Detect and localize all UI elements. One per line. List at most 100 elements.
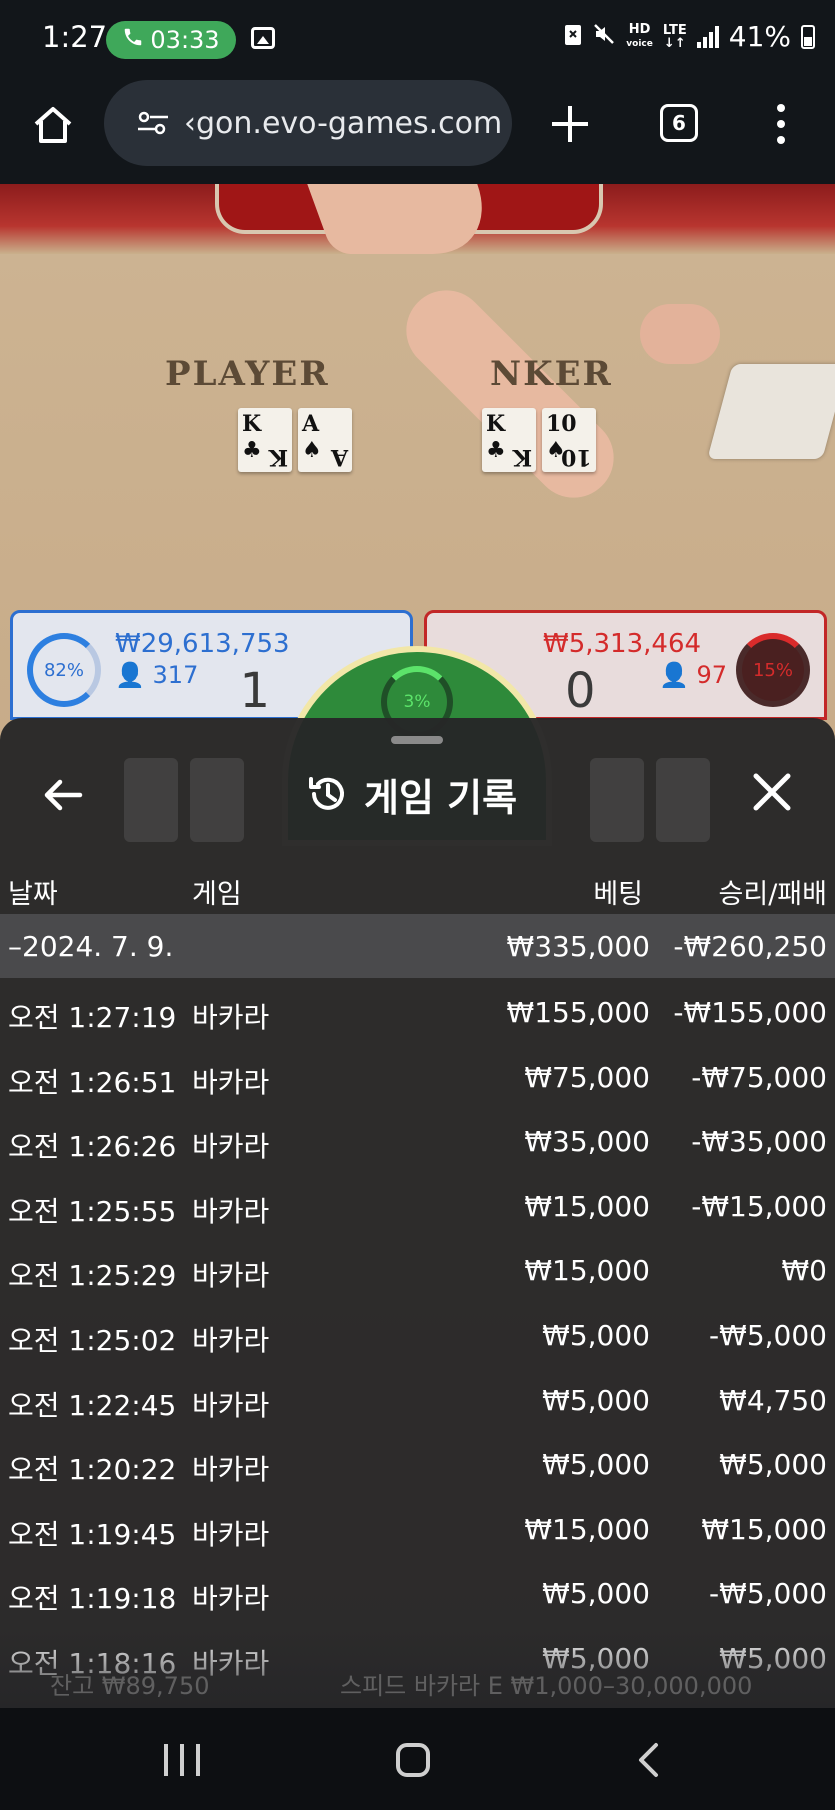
hd-voice-icon: HD voice (626, 21, 653, 49)
sheet-title: 게임 기록 (364, 775, 518, 820)
more-menu-icon[interactable] (775, 104, 787, 144)
column-date[interactable]: 날짜 (8, 872, 58, 911)
column-bet[interactable]: 베팅 (593, 872, 643, 911)
history-row[interactable]: 오전 1:19:45 바카라 ₩15,000 ₩15,000 (0, 1497, 835, 1561)
system-nav-bar (0, 1708, 835, 1810)
ghost-card (124, 758, 178, 842)
row-game: 바카라 (192, 1517, 270, 1551)
history-table-header: 날짜 게임 베팅 승리/패배 (0, 864, 835, 914)
new-tab-icon[interactable] (548, 102, 592, 146)
row-result: -₩155,000 (673, 996, 827, 1029)
row-time: 오전 1:27:19 (8, 1001, 177, 1034)
banker-percent-ring: 15% (736, 633, 810, 707)
background-footer: 잔고 ₩89,750 스피드 바카라 E ₩1,000–30,000,000 (0, 1660, 835, 1700)
history-row[interactable]: 오전 1:19:18 바카라 ₩5,000 -₩5,000 (0, 1561, 835, 1625)
row-time: 오전 1:26:51 (8, 1065, 177, 1099)
mute-icon (592, 20, 616, 53)
row-game: 바카라 (192, 1388, 270, 1422)
column-result[interactable]: 승리/패배 (719, 872, 827, 911)
player-total-bet: ₩29,613,753 (115, 629, 290, 659)
row-result: ₩0 (781, 1254, 828, 1288)
history-row[interactable]: 오전 1:27:19 바카라 ₩155,000 -₩155,000 (0, 980, 835, 1044)
dealer-hand (640, 304, 720, 364)
home-button-icon[interactable] (396, 1743, 430, 1777)
history-row[interactable]: 오전 1:25:29 바카라 ₩15,000 ₩0 (0, 1238, 835, 1302)
call-duration: 03:33 (150, 26, 220, 54)
table-player-label: PLAYER (165, 354, 330, 394)
row-game: 바카라 (192, 1453, 270, 1487)
row-bet: ₩35,000 (524, 1125, 650, 1159)
status-icons: HD voice LTE ↓↑ 41% (564, 20, 815, 53)
sheet-drag-handle[interactable] (391, 736, 443, 744)
gallery-notification-icon (251, 27, 275, 49)
row-time: 오전 1:22:45 (8, 1388, 177, 1422)
status-time: 1:27 (42, 20, 108, 54)
site-settings-icon[interactable] (136, 110, 170, 136)
ghost-card (190, 758, 244, 842)
history-row[interactable]: 오전 1:25:02 바카라 ₩5,000 -₩5,000 (0, 1303, 835, 1367)
player-percent-ring: 82% (27, 633, 101, 707)
row-game: 바카라 (192, 1194, 270, 1228)
player-card-1: K ♣ K (238, 408, 292, 472)
row-bet: ₩5,000 (542, 1383, 650, 1417)
row-bet: ₩5,000 (542, 1448, 650, 1482)
row-time: 오전 1:26:26 (8, 1130, 177, 1164)
row-time: 오전 1:25:29 (8, 1259, 177, 1293)
game-history-sheet: 게임 기록 날짜 게임 베팅 승리/패배 –2024. 7. 9. ₩335,0… (0, 718, 835, 1708)
balance-text: 잔고 ₩89,750 (50, 1672, 210, 1700)
row-bet: ₩5,000 (542, 1577, 650, 1611)
date-group-label: –2024. 7. 9. (8, 930, 174, 963)
row-bet: ₩5,000 (542, 1319, 650, 1352)
back-chevron-icon[interactable] (636, 1742, 662, 1778)
recent-apps-icon[interactable] (164, 1744, 200, 1776)
row-bet: ₩155,000 (506, 996, 650, 1029)
row-game: 바카라 (192, 1259, 270, 1293)
player-score: 1 (239, 663, 270, 719)
sheet-header: 게임 기록 (306, 766, 517, 822)
history-row[interactable]: 오전 1:25:55 바카라 ₩15,000 -₩15,000 (0, 1174, 835, 1238)
history-icon (306, 772, 350, 816)
ongoing-call-chip[interactable]: 03:33 (106, 21, 236, 59)
column-game[interactable]: 게임 (192, 872, 242, 911)
date-group-row[interactable]: –2024. 7. 9. ₩335,000 -₩260,250 (0, 914, 835, 978)
nfc-icon (564, 20, 582, 53)
row-bet: ₩15,000 (524, 1254, 650, 1288)
row-time: 오전 1:20:22 (8, 1453, 177, 1487)
row-result: -₩5,000 (709, 1577, 827, 1611)
tab-switcher-button[interactable]: 6 (660, 104, 698, 142)
row-result: -₩75,000 (691, 1060, 827, 1094)
row-result: -₩15,000 (691, 1189, 827, 1223)
row-result: ₩4,750 (719, 1383, 827, 1417)
player-card-2: A ♠ A (298, 408, 352, 472)
row-time: 오전 1:19:45 (8, 1517, 177, 1551)
ghost-card (656, 758, 710, 842)
home-icon[interactable] (30, 102, 76, 148)
row-game: 바카라 (192, 1130, 270, 1164)
browser-toolbar: ‹gon.evo-games.com 6 (0, 80, 835, 184)
history-row[interactable]: 오전 1:22:45 바카라 ₩5,000 ₩4,750 (0, 1368, 835, 1432)
row-result: -₩35,000 (691, 1125, 827, 1159)
address-bar[interactable]: ‹gon.evo-games.com (104, 80, 512, 166)
history-row[interactable]: 오전 1:26:26 바카라 ₩35,000 -₩35,000 (0, 1109, 835, 1173)
date-group-bet: ₩335,000 (506, 930, 650, 963)
row-time: 오전 1:25:55 (8, 1194, 177, 1228)
history-row[interactable]: 오전 1:20:22 바카라 ₩5,000 ₩5,000 (0, 1432, 835, 1496)
row-bet: ₩75,000 (524, 1060, 650, 1094)
banker-card-2: 10 ♠ 10 (542, 408, 596, 472)
phone-icon (122, 26, 144, 54)
row-game: 바카라 (192, 1582, 270, 1616)
battery-icon (801, 24, 815, 49)
row-time: 오전 1:19:18 (8, 1582, 177, 1616)
back-arrow-icon[interactable] (40, 772, 86, 818)
user-icon: 👤 (115, 661, 145, 689)
table-info-text: 스피드 바카라 E ₩1,000–30,000,000 (340, 1672, 753, 1700)
history-row[interactable]: 오전 1:26:51 바카라 ₩75,000 -₩75,000 (0, 1045, 835, 1109)
user-icon: 👤 (659, 661, 689, 689)
banker-total-bet: ₩5,313,464 (543, 629, 702, 659)
date-group-result: -₩260,250 (673, 930, 827, 963)
url-text[interactable]: ‹gon.evo-games.com (184, 106, 502, 141)
row-bet: ₩15,000 (524, 1512, 650, 1546)
player-bettor-count: 👤 317 (115, 661, 199, 689)
row-game: 바카라 (192, 1324, 270, 1357)
close-icon[interactable] (752, 772, 792, 812)
